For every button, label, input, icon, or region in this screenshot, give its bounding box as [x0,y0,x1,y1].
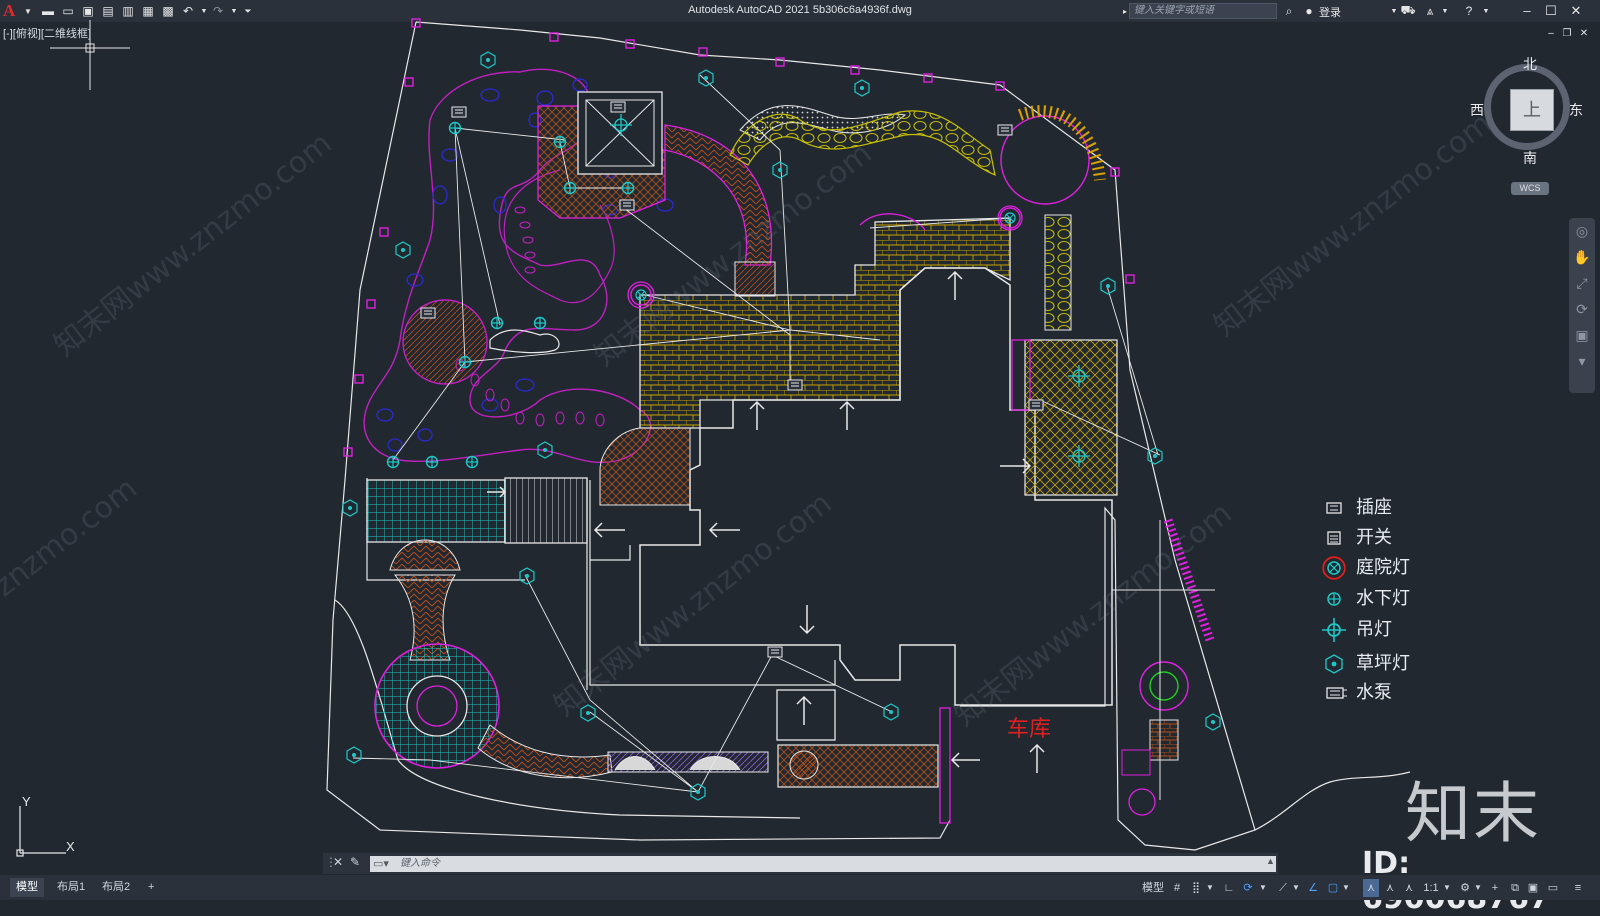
walkway-steps [734,261,776,297]
annotation-scale-value[interactable]: 1:1 [1420,879,1442,897]
entry-stairs [776,689,836,741]
legend-item: 水泵 [1324,681,1484,705]
main-terrace [627,205,1023,429]
workspace-dropdown-icon[interactable]: ▼ [1473,879,1483,897]
tab-layout2[interactable]: 布局2 [96,878,136,897]
garage-label: 车库 [1007,717,1051,742]
pool-steps [504,477,588,544]
legend-label: 水泵 [1356,682,1392,702]
polar-dropdown-icon[interactable]: ▼ [1258,879,1268,897]
auto-scale-icon[interactable]: ⋏ [1382,879,1398,897]
plus-icon[interactable]: + [1487,879,1503,897]
patio-corner [599,427,691,506]
water-pump-icon [1326,687,1347,699]
socket-icon [1326,502,1342,514]
recent-commands-icon[interactable]: ▭▾ [373,857,389,870]
boulders [489,329,560,354]
ucs-y-label: Y [22,794,31,809]
orbit-icon[interactable]: ⟳ [1569,296,1595,322]
pavilion [537,91,666,219]
grid-icon[interactable]: # [1170,879,1184,897]
pan-icon[interactable]: ✋ [1569,244,1595,270]
snap-dropdown-icon[interactable]: ▼ [1205,879,1215,897]
round-paving-area [402,299,488,385]
underwater-light-icon [1327,592,1341,606]
legend-item: 吊灯 [1322,618,1484,642]
legend-label: 开关 [1356,527,1392,547]
isodraft-icon[interactable]: ⟋ [1275,879,1291,897]
drawing-canvas[interactable]: 车库 X Y [0,0,1600,900]
compass-west[interactable]: 西 [1470,100,1484,120]
legend-item: 开关 [1324,526,1484,550]
legend-item: 草坪灯 [1324,652,1484,676]
legend-item: 水下灯 [1324,587,1484,611]
add-layout-button[interactable]: + [142,878,160,897]
cube-top-face[interactable]: 上 [1510,89,1554,131]
ucs-x-label: X [66,839,75,854]
legend-label: 草坪灯 [1356,653,1410,673]
model-space-toggle[interactable]: 模型 [1140,879,1166,897]
crosshair-cursor [50,20,130,90]
zoom-icon[interactable]: ⤢ [1569,270,1595,296]
lawn-light-icon [1325,654,1343,674]
garage-side-feature [1112,518,1215,816]
showmotion-icon[interactable]: ▣ [1569,322,1595,348]
osnap-dropdown-icon[interactable]: ▼ [1341,879,1351,897]
command-close-icon[interactable]: ✕ [333,855,343,869]
clean-screen-icon[interactable]: ▭ [1545,879,1561,897]
ucs-icon [16,806,66,857]
house-inner-wall [589,480,836,686]
brand-watermark: 知末 [1405,775,1541,852]
compass-east[interactable]: 东 [1569,100,1583,120]
pendant-light-icon [1322,618,1346,642]
navigation-bar: ◎ ✋ ⤢ ⟳ ▣ ▾ [1569,218,1595,393]
legend-item: 庭院灯 [1322,556,1484,580]
east-diagonal-patio [1024,339,1118,496]
navbar-menu-icon[interactable]: ▾ [1569,348,1595,374]
object-snap-icon[interactable]: ▢ [1325,879,1341,897]
legend-label: 庭院灯 [1356,557,1410,577]
annotation-visibility-icon[interactable]: ⋏ [1363,879,1379,897]
south-curved-path [477,724,613,779]
legend-label: 吊灯 [1356,619,1392,639]
object-snap-tracking-icon[interactable]: ∠ [1305,879,1321,897]
tab-model[interactable]: 模型 [10,878,44,897]
switch-icon [1327,531,1341,545]
courtyard-light-icon [1322,556,1346,580]
status-bar [0,875,1600,900]
hardware-acceleration-icon[interactable]: ▣ [1525,879,1541,897]
isodraft-dropdown-icon[interactable]: ▼ [1291,879,1301,897]
command-input[interactable]: 键入命令 [370,856,1276,872]
compass-north[interactable]: 北 [1523,54,1537,74]
steering-wheel-icon[interactable]: ◎ [1569,218,1595,244]
legend-item: 插座 [1324,496,1484,520]
command-customize-icon[interactable]: ✎ [350,855,360,869]
workspace-gear-icon[interactable]: ⚙ [1457,879,1473,897]
viewcube[interactable]: 上 北 南 西 东 [1470,56,1584,166]
scale-dropdown-icon[interactable]: ▼ [1442,879,1452,897]
snap-icon[interactable]: ⣿ [1188,879,1204,897]
wcs-menu[interactable]: WCS [1511,182,1549,195]
command-history-icon[interactable]: ▲ [1266,856,1275,866]
polar-tracking-icon[interactable]: ⟳ [1240,879,1256,897]
legend-label: 插座 [1356,497,1392,517]
tab-layout1[interactable]: 布局1 [51,878,91,897]
customization-menu-icon[interactable]: ≡ [1570,879,1586,897]
entry-magenta-wall [939,707,951,824]
round-terrace [1000,105,1106,205]
ortho-icon[interactable]: ∟ [1222,879,1236,897]
legend-label: 水下灯 [1356,588,1410,608]
compass-south[interactable]: 南 [1523,148,1537,168]
arch-paving [389,539,461,571]
pool-grid [366,479,506,543]
isolate-objects-icon[interactable]: ⧉ [1507,879,1523,897]
annotation-scale-icon[interactable]: ⋏ [1401,879,1417,897]
side-stone-strip [1044,214,1072,331]
entry-planter [789,750,819,780]
